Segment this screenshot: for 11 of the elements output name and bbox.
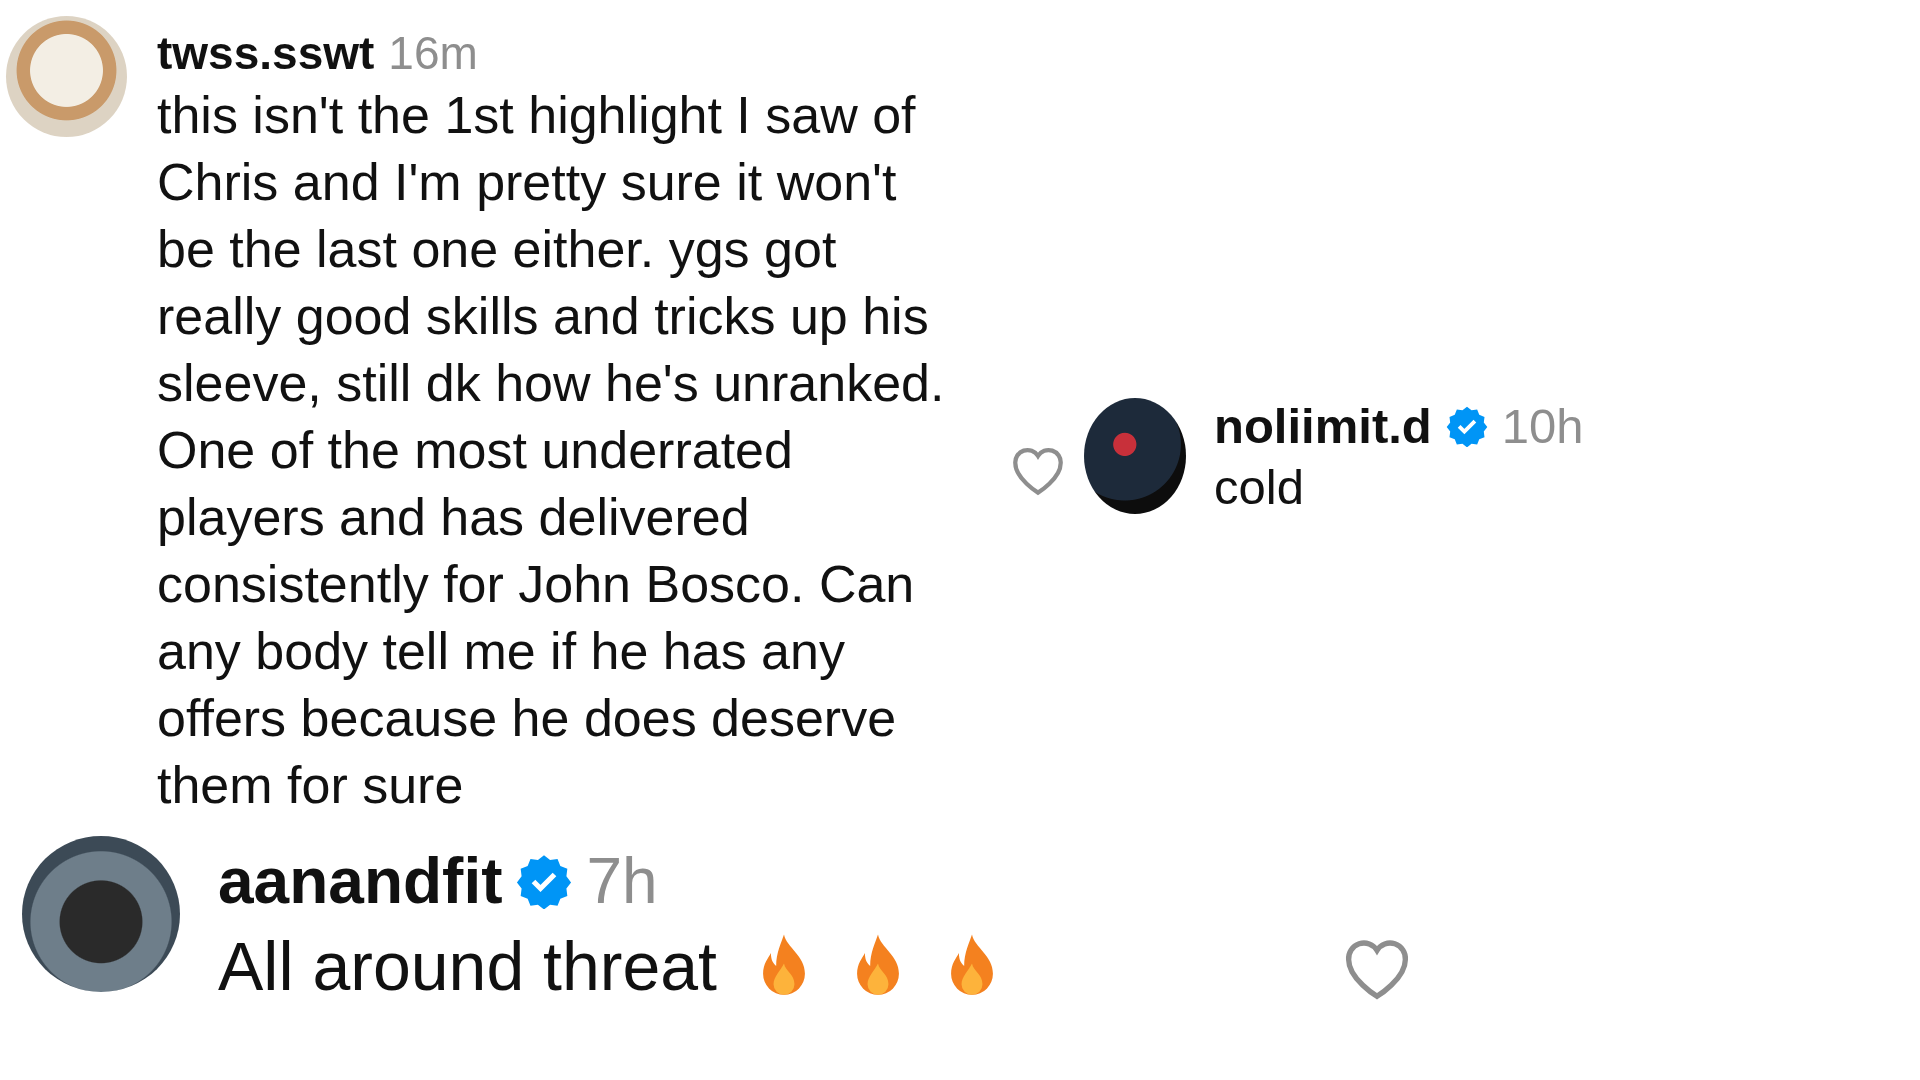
timestamp: 16m	[388, 26, 478, 80]
username[interactable]: twss.sswt	[157, 26, 375, 80]
username[interactable]: noliimit.d	[1214, 398, 1432, 454]
timestamp: 7h	[586, 844, 658, 918]
verified-badge-icon	[516, 853, 573, 909]
comment-text: All around threat	[218, 927, 717, 1006]
timestamp: 10h	[1501, 398, 1584, 454]
comment-text: this isn't the 1st highlight I saw of Chris and I'm pretty sure it won't be the last one either. ygs got really good skills and tricks up his sleeve, still dk how he's unranked. One of the most underrated players and has delivered consistently for John Bosco. Can any body tell me if he has any offers because he does deserve them for sure	[157, 85, 946, 816]
verified-badge-icon	[1445, 405, 1488, 447]
comment-text: cold	[1214, 459, 1305, 516]
username[interactable]: aanandfit	[218, 844, 503, 918]
